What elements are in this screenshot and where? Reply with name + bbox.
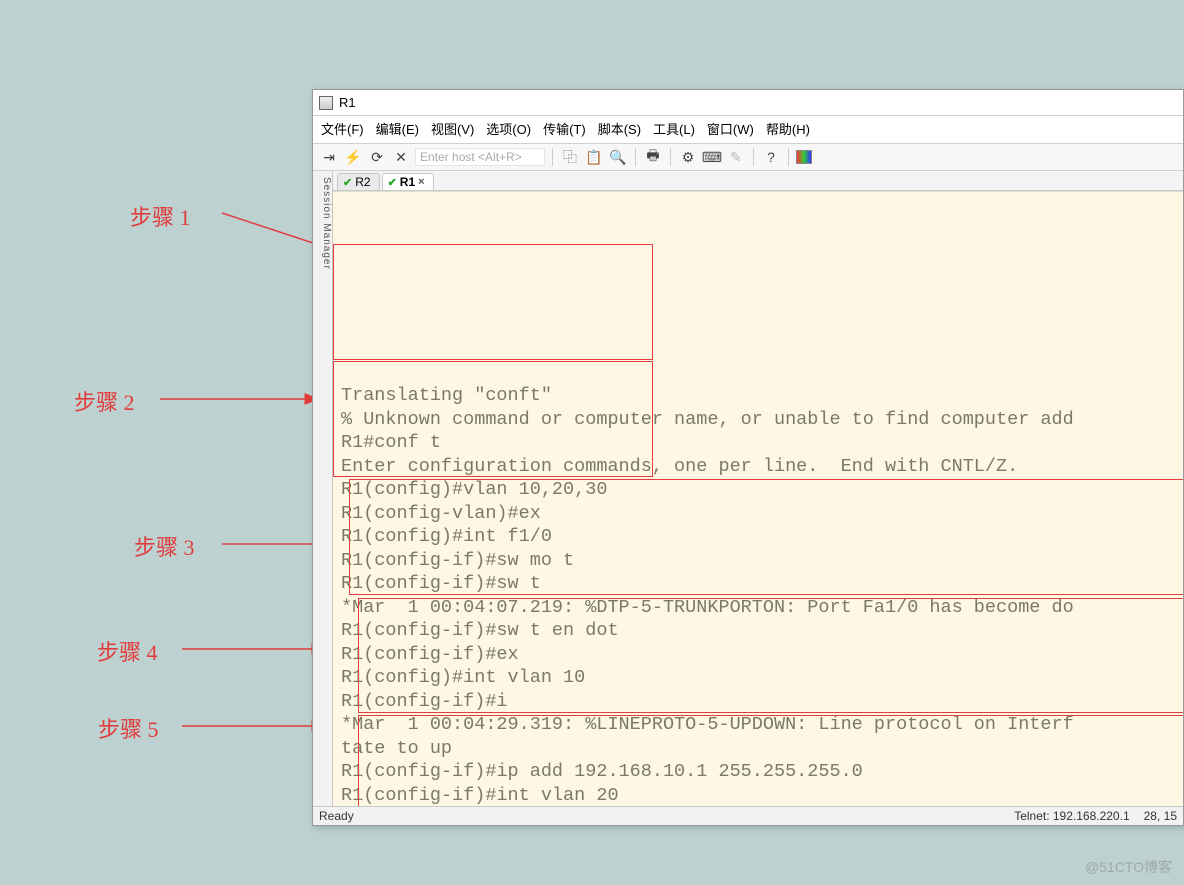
toolbar-separator	[552, 148, 553, 166]
paste-icon[interactable]: 📋	[584, 147, 604, 167]
menu-edit[interactable]: 编辑(E)	[376, 119, 419, 138]
step-3-label: 步骤 3	[134, 530, 195, 562]
tab-bar: ✔ R2 ✔ R1 ×	[333, 171, 1183, 191]
terminal-line: *Mar 1 00:04:29.319: %LINEPROTO-5-UPDOWN…	[341, 713, 1179, 737]
terminal-line: Translating "conft"	[341, 384, 1179, 408]
disconnect-icon[interactable]: ✕	[391, 147, 411, 167]
connected-icon: ✔	[388, 176, 397, 189]
terminal-line: R1(config-if)#int vlan 20	[341, 784, 1179, 807]
help-icon[interactable]: ?	[761, 147, 781, 167]
menu-options[interactable]: 选项(O)	[486, 119, 531, 138]
menu-script[interactable]: 脚本(S)	[598, 119, 641, 138]
copy-icon[interactable]: ⿻	[560, 147, 580, 167]
toolbar-separator	[788, 148, 789, 166]
terminal-line: R1(config)#vlan 10,20,30	[341, 478, 1179, 502]
terminal-line: R1(config-vlan)#ex	[341, 502, 1179, 526]
menu-view[interactable]: 视图(V)	[431, 119, 474, 138]
terminal[interactable]: Translating "conft"% Unknown command or …	[333, 191, 1183, 806]
terminal-line: R1(config-if)#sw t en dot	[341, 619, 1179, 643]
watermark: @51CTO博客	[1085, 857, 1172, 877]
menu-transfer[interactable]: 传输(T)	[543, 119, 586, 138]
menu-window[interactable]: 窗口(W)	[707, 119, 754, 138]
toolbar-separator	[753, 148, 754, 166]
keyboard-icon[interactable]: ⌨	[702, 147, 722, 167]
step-2-arrow	[158, 392, 328, 406]
terminal-line: Enter configuration commands, one per li…	[341, 455, 1179, 479]
chart-icon[interactable]	[796, 150, 812, 164]
tab-r1[interactable]: ✔ R1 ×	[382, 173, 434, 190]
tab-label: R2	[355, 175, 370, 189]
terminal-line: R1(config-if)#i	[341, 690, 1179, 714]
app-window: R1 文件(F) 编辑(E) 视图(V) 选项(O) 传输(T) 脚本(S) 工…	[312, 89, 1184, 826]
session-manager-panel[interactable]: Session Manager	[313, 171, 333, 806]
title-bar[interactable]: R1	[313, 90, 1183, 116]
status-text: Ready	[319, 809, 354, 823]
toolbar: ⇥ ⚡ ⟳ ✕ Enter host <Alt+R> ⿻ 📋 🔍 🖶 ⚙ ⌨ ✎…	[313, 144, 1183, 171]
terminal-line: % Unknown command or computer name, or u…	[341, 408, 1179, 432]
settings-icon[interactable]: ⚙	[678, 147, 698, 167]
connected-icon: ✔	[343, 176, 352, 189]
menu-tools[interactable]: 工具(L)	[653, 119, 695, 138]
connect-icon[interactable]: ⇥	[319, 147, 339, 167]
app-icon	[319, 96, 333, 110]
close-tab-icon[interactable]: ×	[418, 176, 424, 188]
tab-r2[interactable]: ✔ R2	[337, 173, 380, 190]
toolbar-separator	[670, 148, 671, 166]
step-5-label: 步骤 5	[98, 712, 159, 744]
highlight-box-1	[333, 244, 653, 360]
terminal-line: R1(config)#int f1/0	[341, 525, 1179, 549]
terminal-line: R1(config-if)#sw mo t	[341, 549, 1179, 573]
status-bar: Ready Telnet: 192.168.220.1 28, 15	[313, 806, 1183, 825]
terminal-line: R1(config-if)#sw t	[341, 572, 1179, 596]
reconnect-icon[interactable]: ⟳	[367, 147, 387, 167]
terminal-line: tate to up	[341, 737, 1179, 761]
step-4-label: 步骤 4	[97, 635, 158, 667]
terminal-line: R1(config)#int vlan 10	[341, 666, 1179, 690]
tab-label: R1	[400, 175, 415, 189]
find-icon[interactable]: 🔍	[608, 147, 628, 167]
terminal-line: *Mar 1 00:04:07.219: %DTP-5-TRUNKPORTON:…	[341, 596, 1179, 620]
menu-file[interactable]: 文件(F)	[321, 119, 364, 138]
step-2-label: 步骤 2	[74, 385, 135, 417]
menu-help[interactable]: 帮助(H)	[766, 119, 810, 138]
terminal-line: R1#conf t	[341, 431, 1179, 455]
quick-connect-icon[interactable]: ⚡	[343, 147, 363, 167]
status-cursor-pos: 28, 15	[1144, 809, 1177, 823]
print-icon[interactable]: 🖶	[643, 147, 663, 167]
host-input[interactable]: Enter host <Alt+R>	[415, 148, 545, 166]
step-1-label: 步骤 1	[130, 200, 191, 232]
terminal-line: R1(config-if)#ip add 192.168.10.1 255.25…	[341, 760, 1179, 784]
status-telnet: Telnet: 192.168.220.1	[1014, 809, 1129, 823]
terminal-line: R1(config-if)#ex	[341, 643, 1179, 667]
menu-bar: 文件(F) 编辑(E) 视图(V) 选项(O) 传输(T) 脚本(S) 工具(L…	[313, 116, 1183, 144]
toolbar-separator	[635, 148, 636, 166]
highlight-icon[interactable]: ✎	[726, 147, 746, 167]
window-title: R1	[339, 95, 356, 110]
